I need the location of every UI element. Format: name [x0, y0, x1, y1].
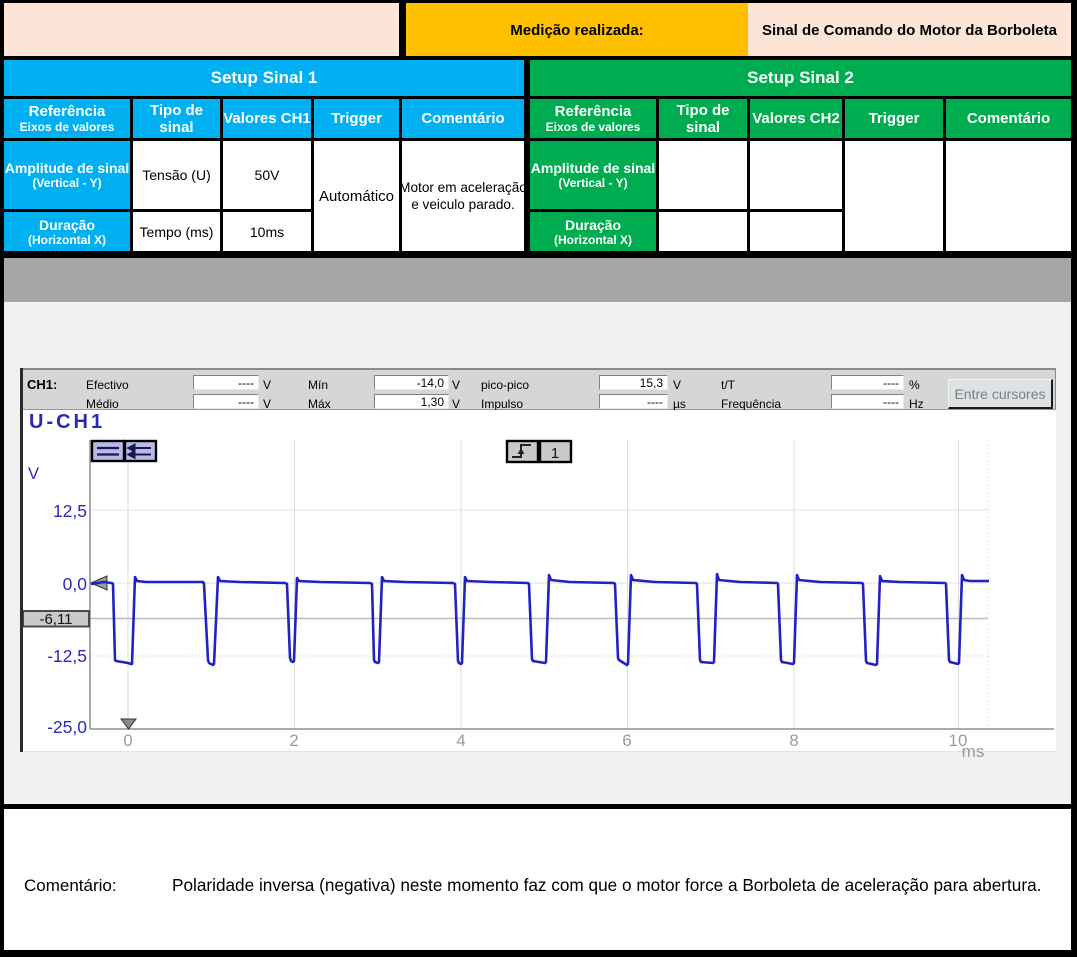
svg-text:-25,0: -25,0: [47, 717, 87, 737]
svg-text:-6,11: -6,11: [39, 611, 72, 628]
svg-text:1: 1: [551, 445, 559, 462]
svg-text:8: 8: [789, 731, 798, 750]
svg-text:U-CH1: U-CH1: [29, 411, 105, 433]
svg-text:6: 6: [622, 731, 631, 750]
svg-text:0,0: 0,0: [63, 574, 88, 594]
svg-text:12,5: 12,5: [53, 501, 87, 521]
svg-text:2: 2: [289, 731, 298, 750]
svg-text:ms: ms: [962, 742, 985, 761]
svg-text:0: 0: [123, 731, 132, 750]
svg-text:V: V: [28, 465, 39, 483]
svg-text:-12,5: -12,5: [47, 646, 87, 666]
svg-text:4: 4: [456, 731, 465, 750]
